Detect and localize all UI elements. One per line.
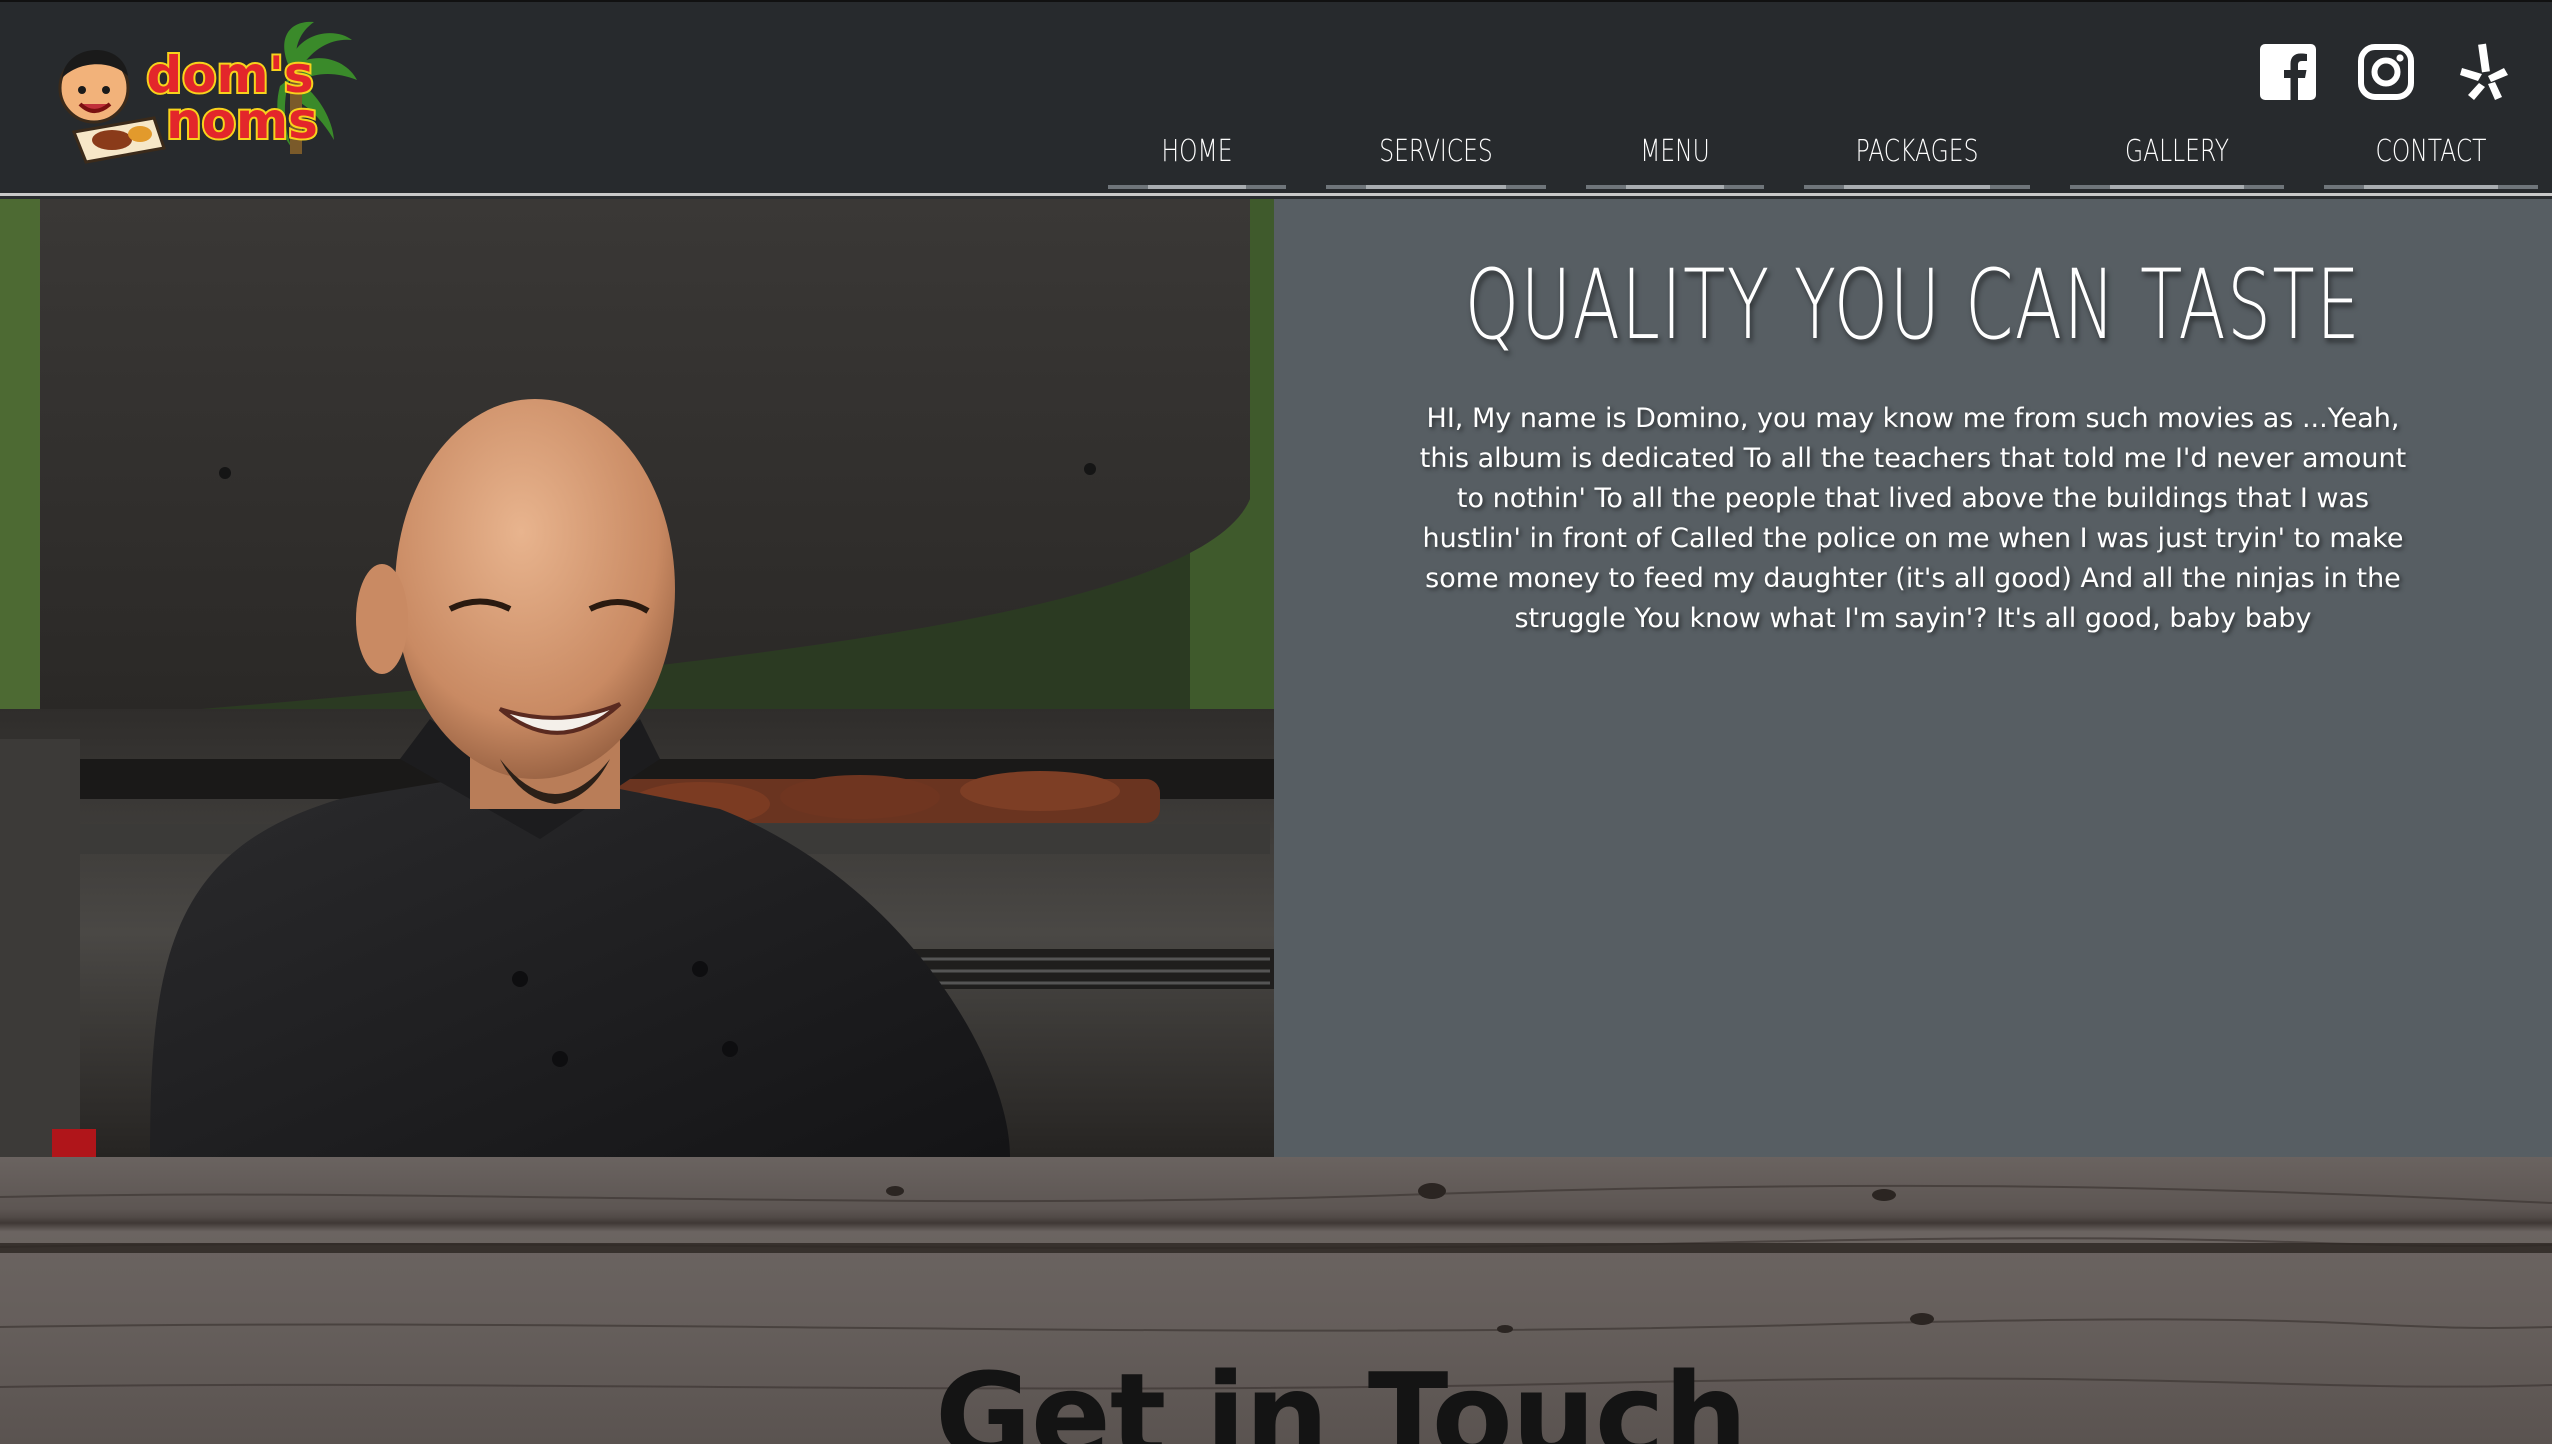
instagram-icon[interactable] bbox=[2356, 40, 2416, 104]
facebook-icon[interactable] bbox=[2258, 40, 2318, 104]
nav-gallery-underline bbox=[2070, 185, 2284, 189]
nav-packages-underline bbox=[1804, 185, 2030, 189]
site-header: dom's noms HOME SERVICES MENU PACKAGES G… bbox=[0, 0, 2552, 196]
social-links bbox=[2258, 40, 2514, 104]
nav-menu[interactable]: MENU bbox=[1606, 130, 1745, 190]
contact-section: Get in Touch bbox=[0, 1157, 2552, 1444]
nav-home[interactable]: HOME bbox=[1128, 130, 1267, 190]
nav-services[interactable]: SERVICES bbox=[1350, 130, 1522, 190]
yelp-icon[interactable] bbox=[2454, 40, 2514, 104]
nav-packages[interactable]: PACKAGES bbox=[1829, 130, 2005, 190]
contact-heading: Get in Touch bbox=[935, 1347, 1748, 1444]
nav-gallery[interactable]: GALLERY bbox=[2094, 130, 2261, 190]
chef-photo bbox=[0, 199, 1274, 1157]
nav-menu-underline bbox=[1586, 185, 1764, 189]
main-nav: HOME SERVICES MENU PACKAGES GALLERY CONT… bbox=[1108, 130, 2538, 190]
nav-home-underline bbox=[1108, 185, 1286, 189]
logo-text-line2: noms bbox=[166, 92, 318, 150]
nav-services-underline bbox=[1326, 185, 1546, 189]
about-body: HI, My name is Domino, you may know me f… bbox=[1419, 403, 2407, 634]
nav-contact[interactable]: CONTACT bbox=[2348, 130, 2515, 190]
about-panel: QUALITY YOU CAN TASTE HI, My name is Dom… bbox=[1274, 199, 2552, 1157]
doms-noms-logo[interactable]: dom's noms bbox=[52, 20, 357, 170]
about-heading: QUALITY YOU CAN TASTE bbox=[1464, 249, 2362, 361]
nav-contact-underline bbox=[2324, 185, 2538, 189]
